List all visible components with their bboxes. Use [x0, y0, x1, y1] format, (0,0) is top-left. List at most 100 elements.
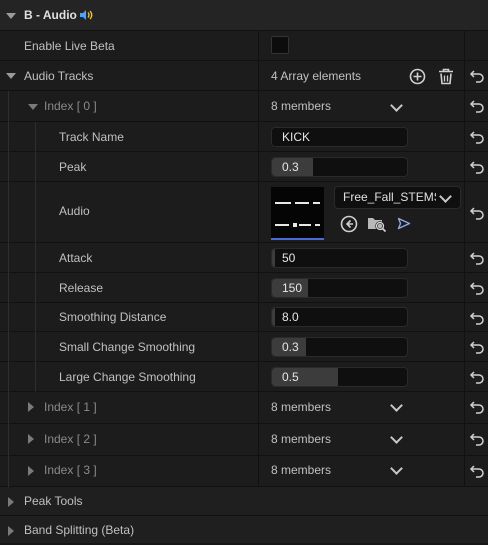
index-0-row[interactable]: Index [ 0 ] 8 members [0, 91, 488, 122]
peak-tools-row[interactable]: Peak Tools [0, 487, 488, 516]
audio-tracks-label: Audio Tracks [24, 69, 94, 83]
tree-guide [8, 273, 9, 303]
expand-arrow-icon[interactable] [28, 466, 34, 476]
attack-label: Attack [59, 251, 93, 265]
track-name-row: Track Name KICK [0, 122, 488, 152]
release-label: Release [59, 281, 104, 295]
play-icon[interactable] [397, 217, 411, 230]
reset-arrow-icon[interactable] [469, 206, 485, 220]
tree-guide [8, 91, 9, 122]
audio-asset-thumbnail[interactable] [271, 187, 324, 240]
index-3-row[interactable]: Index [ 3 ] 8 members [0, 456, 488, 487]
small-change-smoothing-label: Small Change Smoothing [59, 340, 196, 354]
column-divider [258, 456, 259, 486]
expand-arrow-icon[interactable] [8, 497, 14, 507]
attack-slider[interactable]: 50 [271, 248, 408, 268]
peak-slider[interactable]: 0.3 [271, 157, 408, 177]
reset-arrow-icon[interactable] [469, 251, 485, 265]
collapse-arrow-icon[interactable] [28, 104, 38, 110]
collapse-arrow-icon[interactable] [6, 73, 16, 79]
tree-guide [8, 152, 9, 182]
tree-guide [8, 303, 9, 332]
details-panel: B - Audio Enable Live Beta Audio Tracks … [0, 0, 488, 543]
column-divider [464, 31, 465, 60]
index-1-members: 8 members [271, 400, 332, 414]
column-divider [258, 332, 259, 361]
tree-guide [8, 182, 9, 243]
tree-guide [35, 332, 36, 362]
smoothing-distance-slider[interactable]: 8.0 [271, 307, 408, 327]
chevron-down-icon[interactable] [390, 99, 403, 112]
reset-arrow-icon[interactable] [469, 400, 485, 414]
index-0-label: Index [ 0 ] [44, 99, 97, 113]
waveform-icon [275, 202, 320, 227]
reset-arrow-icon[interactable] [469, 464, 485, 478]
column-divider [258, 362, 259, 391]
index-3-members: 8 members [271, 463, 332, 477]
tree-guide [8, 456, 9, 487]
audio-row: Audio Free_Fall_STEMS [0, 182, 488, 243]
column-divider [464, 61, 465, 90]
attack-row: Attack 50 [0, 243, 488, 273]
band-splitting-row[interactable]: Band Splitting (Beta) [0, 516, 488, 543]
index-1-row[interactable]: Index [ 1 ] 8 members [0, 392, 488, 424]
index-2-row[interactable]: Index [ 2 ] 8 members [0, 424, 488, 456]
tree-guide [8, 392, 9, 424]
column-divider [464, 122, 465, 151]
plus-circle-icon[interactable] [409, 68, 426, 85]
peak-label: Peak [59, 160, 87, 174]
tree-guide [35, 243, 36, 273]
audio-tracks-row[interactable]: Audio Tracks 4 Array elements [0, 61, 488, 91]
enable-live-beta-label: Enable Live Beta [24, 39, 115, 53]
large-change-smoothing-row: Large Change Smoothing 0.5 [0, 362, 488, 392]
reset-arrow-icon[interactable] [469, 281, 485, 295]
column-divider [464, 456, 465, 486]
column-divider [258, 31, 259, 60]
column-divider [258, 182, 259, 242]
release-row: Release 150 [0, 273, 488, 303]
use-selected-icon[interactable] [340, 215, 358, 233]
chevron-down-icon[interactable] [390, 399, 403, 412]
column-divider [464, 332, 465, 361]
track-name-input[interactable]: KICK [271, 127, 408, 147]
reset-arrow-icon[interactable] [469, 160, 485, 174]
reset-arrow-icon[interactable] [469, 432, 485, 446]
audio-asset-dropdown[interactable]: Free_Fall_STEMS [334, 186, 461, 209]
reset-arrow-icon[interactable] [469, 340, 485, 354]
enable-live-beta-checkbox[interactable] [271, 36, 289, 54]
chevron-down-icon [439, 190, 452, 203]
column-divider [258, 61, 259, 90]
large-change-smoothing-slider[interactable]: 0.5 [271, 367, 408, 387]
column-divider [464, 152, 465, 181]
audio-tracks-count: 4 Array elements [271, 69, 362, 83]
small-change-smoothing-slider[interactable]: 0.3 [271, 337, 408, 357]
expand-arrow-icon[interactable] [28, 402, 34, 412]
small-change-smoothing-row: Small Change Smoothing 0.3 [0, 332, 488, 362]
column-divider [464, 273, 465, 302]
audio-asset-name: Free_Fall_STEMS [343, 190, 436, 204]
reset-arrow-icon[interactable] [469, 311, 485, 325]
chevron-down-icon[interactable] [390, 431, 403, 444]
column-divider [464, 362, 465, 391]
browse-folder-icon[interactable] [367, 214, 387, 233]
large-change-smoothing-label: Large Change Smoothing [59, 370, 196, 384]
expand-arrow-icon[interactable] [28, 434, 34, 444]
column-divider [464, 424, 465, 455]
reset-arrow-icon[interactable] [469, 130, 485, 144]
tree-guide [35, 273, 36, 303]
reset-arrow-icon[interactable] [469, 99, 485, 113]
collapse-arrow-icon[interactable] [6, 13, 16, 19]
column-divider [258, 273, 259, 302]
smoothing-distance-row: Smoothing Distance 8.0 [0, 303, 488, 332]
tree-guide [8, 122, 9, 152]
expand-arrow-icon[interactable] [8, 526, 14, 536]
reset-arrow-icon[interactable] [469, 69, 485, 83]
release-slider[interactable]: 150 [271, 278, 408, 298]
section-header-b-audio[interactable]: B - Audio [0, 0, 488, 31]
speaker-icon [80, 10, 93, 20]
chevron-down-icon[interactable] [390, 462, 403, 475]
trash-icon[interactable] [438, 68, 454, 85]
enable-live-beta-row: Enable Live Beta [0, 31, 488, 61]
column-divider [464, 243, 465, 272]
reset-arrow-icon[interactable] [469, 370, 485, 384]
